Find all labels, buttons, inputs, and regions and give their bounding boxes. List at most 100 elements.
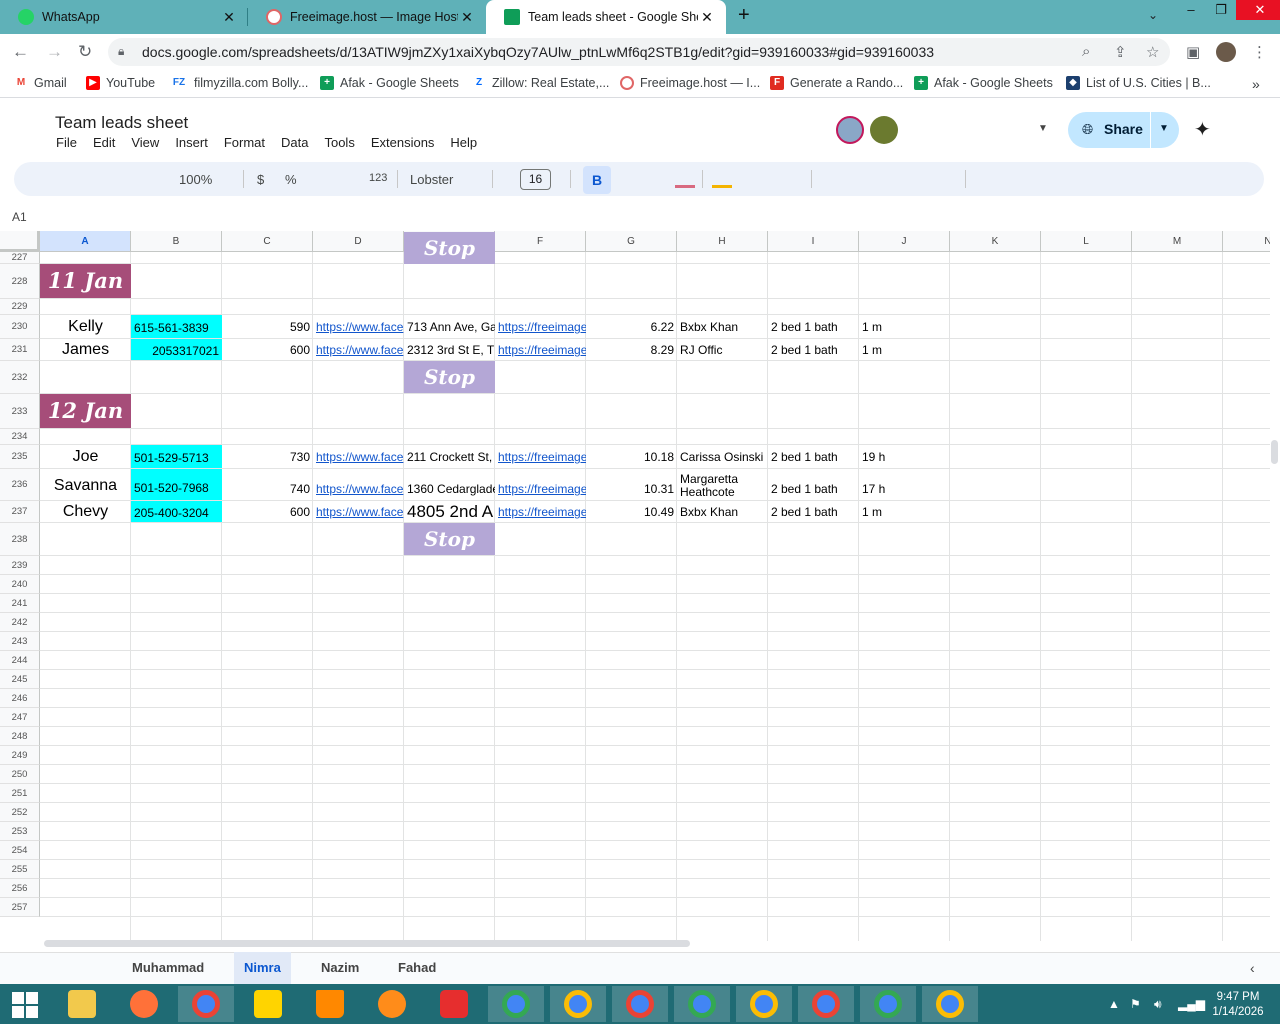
font-select[interactable]: Lobster xyxy=(410,172,453,187)
menu-insert[interactable]: Insert xyxy=(175,135,208,150)
back-icon[interactable]: ← xyxy=(12,42,29,62)
cell-rent[interactable]: 600 xyxy=(222,501,313,523)
document-title[interactable]: Team leads sheet xyxy=(55,113,188,133)
spreadsheet-grid[interactable]: ABCDEFGHIJKLMN▼ 227228229230231232233234… xyxy=(0,231,1270,941)
share-label[interactable]: Share xyxy=(1104,121,1143,137)
row-header[interactable]: 247 xyxy=(0,708,40,727)
menu-file[interactable]: File xyxy=(56,135,77,150)
row-header[interactable]: 252 xyxy=(0,803,40,822)
cell-address[interactable]: 4805 2nd A xyxy=(404,501,495,523)
row-header[interactable]: 238 xyxy=(0,523,40,556)
row-header[interactable]: 228 xyxy=(0,264,40,299)
url-text[interactable]: docs.google.com/spreadsheets/d/13ATIW9jm… xyxy=(142,44,934,60)
browser-tab-sheets[interactable]: Team leads sheet - Google Sheets ✕ xyxy=(486,0,726,34)
collaborator-avatar[interactable] xyxy=(870,116,898,144)
cell-address[interactable]: 1360 Cedarglade xyxy=(404,469,495,501)
currency-format-button[interactable]: $ xyxy=(257,172,264,187)
cell-time[interactable]: 1 m xyxy=(859,501,950,523)
cell-facebook-link[interactable]: https://www.face xyxy=(313,469,404,501)
row-header[interactable]: 237 xyxy=(0,501,40,523)
share-page-icon[interactable]: ⇪ xyxy=(1114,43,1127,61)
cell-image-link[interactable]: https://freeimage xyxy=(495,445,586,469)
fill-color-button[interactable] xyxy=(712,185,732,188)
column-header-h[interactable]: H xyxy=(677,231,768,252)
column-header-l[interactable]: L xyxy=(1041,231,1132,252)
name-box[interactable]: A1 xyxy=(12,210,27,224)
cell-owner[interactable]: Margaretta Heathcote xyxy=(677,469,768,501)
uc-browser-icon[interactable] xyxy=(364,986,420,1022)
side-panel-icon[interactable]: ▣ xyxy=(1186,43,1200,61)
cell-rent[interactable]: 730 xyxy=(222,445,313,469)
menu-edit[interactable]: Edit xyxy=(93,135,115,150)
cell-name[interactable]: Joe xyxy=(40,445,131,468)
row-header[interactable]: 255 xyxy=(0,860,40,879)
cell-facebook-link[interactable]: https://www.face xyxy=(313,501,404,523)
close-icon[interactable]: ✕ xyxy=(458,9,476,26)
column-header-f[interactable]: F xyxy=(495,231,586,252)
column-header-i[interactable]: I xyxy=(768,231,859,252)
cell-rent[interactable]: 600 xyxy=(222,339,313,361)
browser-tab-freeimage[interactable]: Freeimage.host — Image Hosting ✕ xyxy=(248,0,486,34)
sheet-tab-fahad[interactable]: Fahad xyxy=(388,952,446,984)
vlc-icon[interactable] xyxy=(302,986,358,1022)
bookmark-generate-random[interactable]: F Generate a Rando... xyxy=(770,76,903,90)
row-header[interactable]: 242 xyxy=(0,613,40,632)
row-header[interactable]: 230 xyxy=(0,315,40,339)
date-banner[interactable]: 11 Jan xyxy=(40,264,131,298)
row-header[interactable]: 243 xyxy=(0,632,40,651)
chevron-down-icon[interactable]: ▼ xyxy=(1038,123,1048,134)
chrome-profile-icon[interactable] xyxy=(798,986,854,1022)
zoom-search-icon[interactable]: ⌕ xyxy=(1082,43,1090,60)
cell-phone[interactable]: 615-561-3839 xyxy=(131,315,222,338)
date-banner[interactable]: 12 Jan xyxy=(40,394,131,428)
more-bookmarks-icon[interactable]: » xyxy=(1252,76,1260,92)
close-icon[interactable]: ✕ xyxy=(220,9,238,26)
cell-bedrooms[interactable]: 2 bed 1 bath xyxy=(768,315,859,339)
menu-help[interactable]: Help xyxy=(450,135,477,150)
column-header-d[interactable]: D xyxy=(313,231,404,252)
close-icon[interactable]: ✕ xyxy=(698,9,716,26)
collaborator-avatar[interactable] xyxy=(836,116,864,144)
cell-time[interactable]: 1 m xyxy=(859,315,950,339)
cell-owner[interactable]: Carissa Osinski xyxy=(677,445,768,469)
column-header-m[interactable]: M xyxy=(1132,231,1223,252)
cell-distance[interactable]: 6.22 xyxy=(586,315,677,339)
select-all-corner[interactable] xyxy=(0,231,40,252)
row-header[interactable]: 240 xyxy=(0,575,40,594)
row-header[interactable]: 231 xyxy=(0,339,40,361)
tab-search-icon[interactable]: ⌄ xyxy=(1148,8,1158,22)
cell-phone[interactable]: 501-529-5713 xyxy=(131,445,222,468)
cell-owner[interactable]: Bxbx Khan xyxy=(677,315,768,339)
cell-name[interactable]: Savanna xyxy=(40,469,131,500)
cell-bedrooms[interactable]: 2 bed 1 bath xyxy=(768,445,859,469)
cell-address[interactable]: 211 Crockett St, xyxy=(404,445,495,469)
row-header[interactable]: 248 xyxy=(0,727,40,746)
cell-rent[interactable]: 590 xyxy=(222,315,313,339)
window-close-icon[interactable]: ✕ xyxy=(1236,0,1280,20)
cell-name[interactable]: James xyxy=(40,339,131,360)
site-info-icon[interactable]: 🔒︎ xyxy=(118,44,124,59)
reload-icon[interactable]: ↻ xyxy=(78,42,92,62)
chrome-profile-icon[interactable] xyxy=(922,986,978,1022)
chrome-profile-icon[interactable] xyxy=(860,986,916,1022)
bookmark-zillow[interactable]: Z Zillow: Real Estate,... xyxy=(472,76,609,90)
firefox-icon[interactable] xyxy=(116,986,172,1022)
column-header-j[interactable]: J xyxy=(859,231,950,252)
player-icon[interactable] xyxy=(240,986,296,1022)
cell-image-link[interactable]: https://freeimage xyxy=(495,469,586,501)
windows-start-icon[interactable] xyxy=(12,992,38,1018)
column-header-n[interactable]: N xyxy=(1223,231,1270,252)
bookmark-filmyzilla[interactable]: FZ filmyzilla.com Bolly... xyxy=(170,76,308,90)
menu-data[interactable]: Data xyxy=(281,135,308,150)
cell-time[interactable]: 19 h xyxy=(859,445,950,469)
row-header[interactable]: 235 xyxy=(0,445,40,469)
cell-time[interactable]: 1 m xyxy=(859,339,950,361)
chrome-profile-icon[interactable] xyxy=(736,986,792,1022)
bookmark-gmail[interactable]: M Gmail xyxy=(14,76,67,90)
browser-tab-whatsapp[interactable]: WhatsApp ✕ xyxy=(0,0,248,34)
stop-banner[interactable]: Stop xyxy=(404,361,495,393)
forward-icon[interactable]: → xyxy=(46,42,63,62)
cell-bedrooms[interactable]: 2 bed 1 bath xyxy=(768,469,859,501)
volume-icon[interactable]: 🔊︎ xyxy=(1154,997,1162,1012)
column-header-k[interactable]: K xyxy=(950,231,1041,252)
